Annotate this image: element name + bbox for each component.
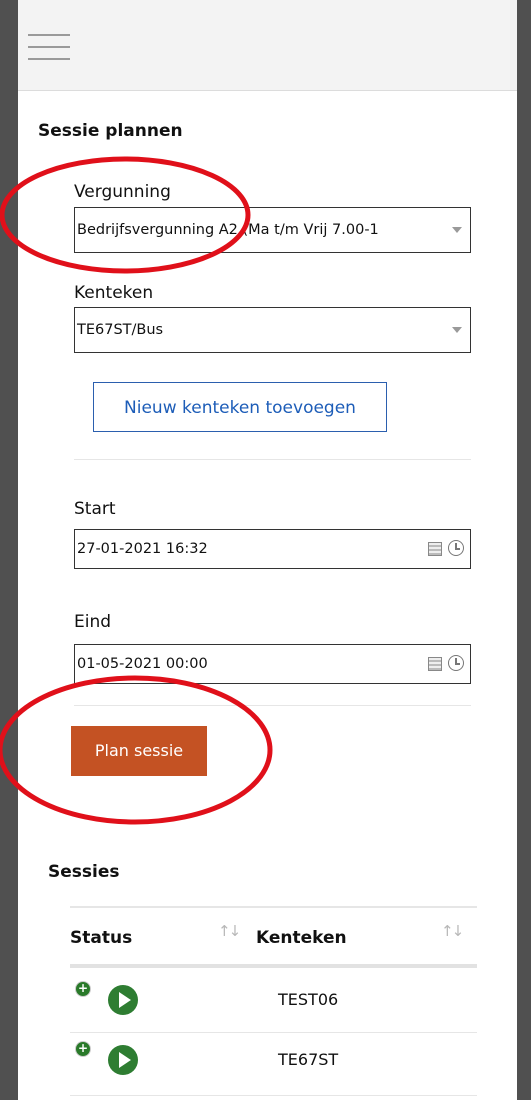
annotation-circle-plan-sessie: [0, 675, 273, 825]
annotation-circle-vergunning: [0, 156, 251, 274]
annotation-overlay: [0, 156, 273, 825]
